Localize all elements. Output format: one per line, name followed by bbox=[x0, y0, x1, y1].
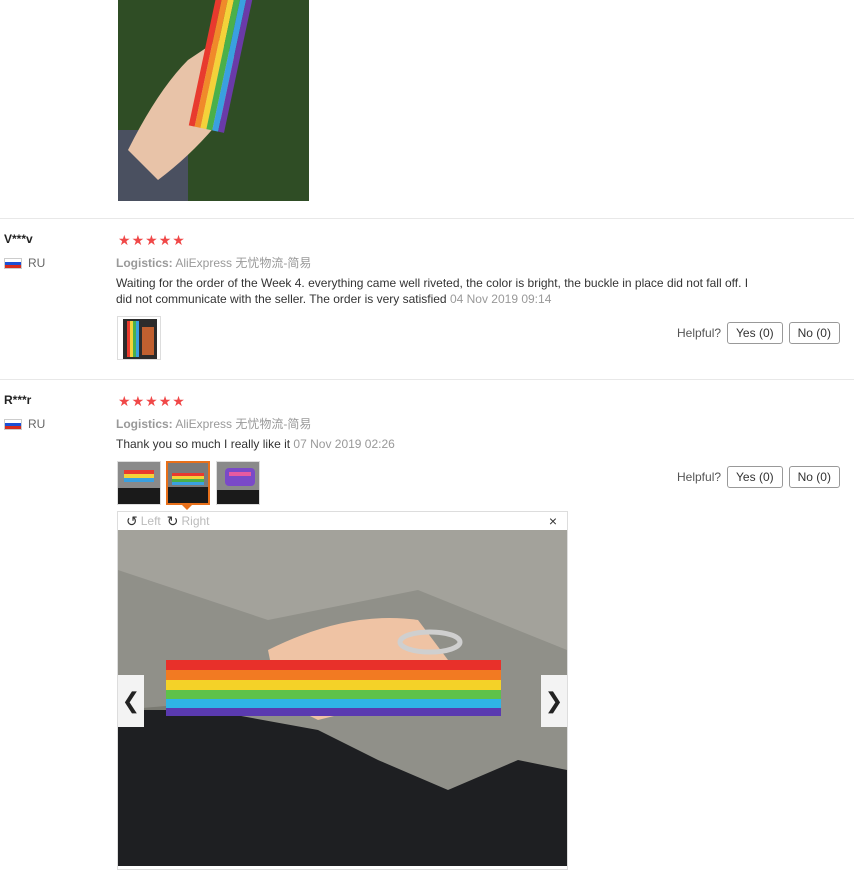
review-thumbnail[interactable] bbox=[117, 316, 161, 360]
review-thumbnail[interactable] bbox=[216, 461, 260, 505]
rotate-left-icon: ↺ bbox=[126, 512, 138, 529]
logistics-value: AliExpress 无忧物流-简易 bbox=[175, 256, 312, 270]
helpful-label: Helpful? bbox=[677, 326, 722, 340]
review-date: 07 Nov 2019 02:26 bbox=[293, 437, 395, 451]
reviewer-country: RU bbox=[4, 417, 45, 431]
helpful-label: Helpful? bbox=[677, 470, 722, 484]
logistics-label: Logistics: bbox=[116, 256, 173, 270]
russia-flag-icon bbox=[4, 418, 22, 430]
viewer-image: ❮ ❯ bbox=[118, 530, 567, 866]
review-divider bbox=[0, 218, 854, 219]
review-thumbnail[interactable] bbox=[117, 461, 161, 505]
rotate-left-button[interactable]: ↺ Left bbox=[126, 513, 161, 530]
star-icon: ★ bbox=[131, 232, 145, 248]
country-code: RU bbox=[28, 417, 46, 431]
image-viewer: ↺ Left ↻ Right × ❮ ❯ bbox=[117, 511, 568, 870]
star-icon: ★ bbox=[158, 232, 172, 248]
next-image-button[interactable]: ❯ bbox=[541, 675, 567, 727]
star-icon: ★ bbox=[131, 393, 145, 409]
prev-image-button[interactable]: ❮ bbox=[118, 675, 144, 727]
reviewer-name: V***v bbox=[4, 232, 33, 246]
helpful-section: Helpful? Yes (0) No (0) bbox=[677, 322, 840, 344]
logistics-info: Logistics: AliExpress 无忧物流-简易 bbox=[116, 254, 311, 271]
russia-flag-icon bbox=[4, 257, 22, 269]
review-divider bbox=[0, 379, 854, 380]
star-icon: ★ bbox=[118, 393, 131, 409]
star-icon: ★ bbox=[145, 232, 158, 248]
helpful-no-button[interactable]: No (0) bbox=[788, 466, 840, 488]
country-code: RU bbox=[28, 256, 46, 270]
review-text: Thank you so much I really like it 07 No… bbox=[116, 436, 766, 452]
reviewer-country: RU bbox=[4, 256, 45, 270]
star-icon: ★ bbox=[172, 393, 185, 409]
rotate-right-label: Right bbox=[181, 514, 210, 528]
rating-stars: ★ ★ ★ ★ ★ bbox=[118, 233, 185, 247]
logistics-label: Logistics: bbox=[116, 417, 173, 431]
review-body: Thank you so much I really like it bbox=[116, 437, 291, 451]
helpful-no-button[interactable]: No (0) bbox=[788, 322, 840, 344]
review-text: Waiting for the order of the Week 4. eve… bbox=[116, 275, 766, 307]
star-icon: ★ bbox=[172, 232, 185, 248]
helpful-yes-button[interactable]: Yes (0) bbox=[727, 322, 783, 344]
viewer-toolbar: ↺ Left ↻ Right × bbox=[118, 512, 567, 530]
review-date: 04 Nov 2019 09:14 bbox=[449, 292, 552, 306]
rotate-right-icon: ↻ bbox=[166, 512, 179, 529]
logistics-value: AliExpress 无忧物流-简易 bbox=[175, 417, 312, 431]
review-body: Waiting for the order of the Week 4. eve… bbox=[116, 276, 749, 306]
helpful-section: Helpful? Yes (0) No (0) bbox=[677, 466, 840, 488]
chevron-left-icon: ❮ bbox=[121, 688, 141, 713]
reviewer-name: R***r bbox=[4, 393, 32, 407]
chevron-right-icon: ❯ bbox=[544, 688, 564, 713]
rotate-right-button[interactable]: ↻ Right bbox=[167, 513, 210, 530]
helpful-yes-button[interactable]: Yes (0) bbox=[727, 466, 783, 488]
star-icon: ★ bbox=[145, 393, 158, 409]
selected-indicator-icon bbox=[182, 505, 192, 510]
review-photo-large[interactable] bbox=[118, 0, 309, 201]
rotate-left-label: Left bbox=[140, 514, 161, 528]
star-icon: ★ bbox=[118, 232, 131, 248]
rating-stars: ★ ★ ★ ★ ★ bbox=[118, 394, 185, 408]
star-icon: ★ bbox=[158, 393, 172, 409]
logistics-info: Logistics: AliExpress 无忧物流-简易 bbox=[116, 415, 311, 432]
review-thumbnail-selected[interactable] bbox=[166, 461, 210, 505]
close-icon[interactable]: × bbox=[549, 513, 557, 529]
